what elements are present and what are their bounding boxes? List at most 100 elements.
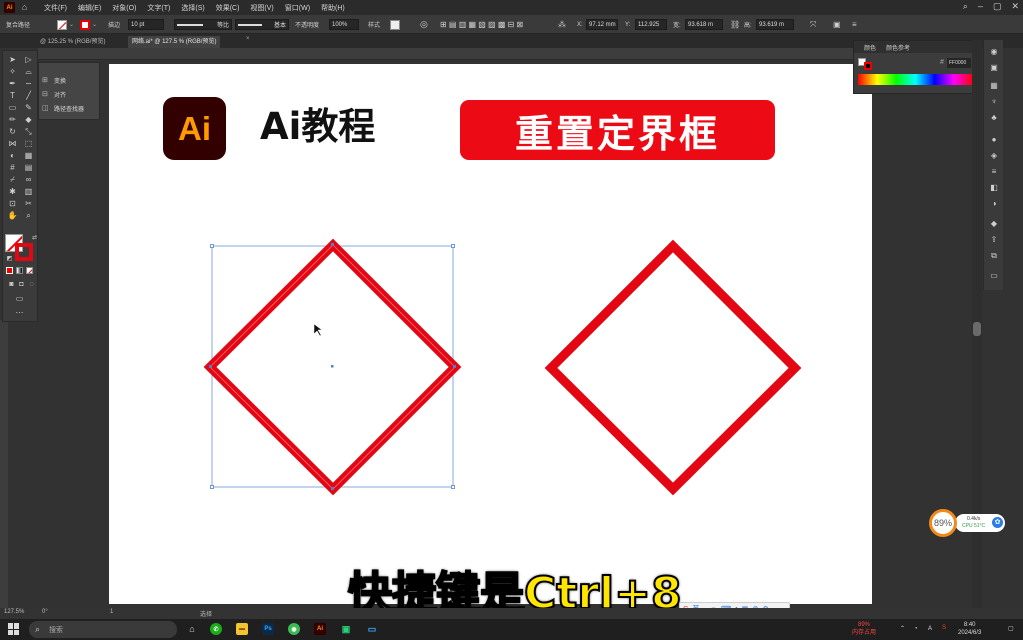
- wechat-icon[interactable]: ✆: [210, 623, 222, 635]
- tab-document-2[interactable]: 网络.ai* @ 127.5 % (RGB/预览): [128, 36, 221, 48]
- isolate-icon[interactable]: ▣: [833, 18, 841, 31]
- flyout-item-pathfinder[interactable]: ◫ 路径查找器: [42, 102, 84, 114]
- pen-icon[interactable]: ✒: [7, 78, 18, 89]
- file-explorer-icon[interactable]: ▬: [236, 623, 248, 635]
- transparency-icon[interactable]: ◑: [988, 198, 1000, 210]
- width-field[interactable]: 93.618 m: [685, 19, 723, 30]
- opacity-label[interactable]: 不透明度: [295, 18, 319, 31]
- video-app-icon[interactable]: ▭: [366, 623, 378, 635]
- tab-document-1[interactable]: @ 125.25 % (RGB/预览): [36, 36, 109, 48]
- opacity-field[interactable]: 100%: [329, 19, 359, 30]
- rotation-value[interactable]: 0°: [42, 609, 48, 615]
- taskbar-search[interactable]: ⌕ 搜索: [29, 621, 177, 638]
- draw-inside-icon[interactable]: ◌: [26, 279, 37, 290]
- notification-icon[interactable]: ▢: [1008, 625, 1014, 633]
- rotate-icon[interactable]: ↻: [7, 126, 18, 137]
- variable-width-dropdown[interactable]: 等比: [174, 19, 232, 30]
- close-tab-icon[interactable]: ×: [246, 36, 250, 42]
- color-mode-icon[interactable]: [6, 267, 13, 274]
- rectangle-icon[interactable]: ▭: [7, 102, 18, 113]
- hex-field[interactable]: FF0000: [947, 58, 971, 68]
- eyedropper-icon[interactable]: ⌿: [7, 174, 18, 185]
- home-icon[interactable]: ⌂: [19, 2, 30, 13]
- scrollbar-thumb[interactable]: [973, 322, 981, 336]
- more-tools-icon[interactable]: ⋯: [14, 307, 25, 318]
- windows-start-icon[interactable]: [8, 623, 20, 635]
- selection-icon[interactable]: ➤: [7, 54, 18, 65]
- y-field[interactable]: 112.925: [635, 19, 667, 30]
- graph-icon[interactable]: ▥: [23, 186, 34, 197]
- symbol-sprayer-icon[interactable]: ✱: [7, 186, 18, 197]
- gradient-mode-icon[interactable]: [16, 267, 23, 274]
- properties-icon[interactable]: ◉: [988, 46, 1000, 58]
- reference-point-icon[interactable]: ⁂: [558, 18, 566, 31]
- slice-icon[interactable]: ✂: [23, 198, 34, 209]
- ime-tray-icon[interactable]: A: [928, 625, 932, 633]
- tab-color[interactable]: 颜色: [864, 43, 876, 52]
- flyout-item-align[interactable]: ⊟ 对齐: [42, 88, 66, 100]
- color-spectrum[interactable]: [858, 74, 973, 85]
- magic-wand-icon[interactable]: ✧: [7, 66, 18, 77]
- link-icon[interactable]: ⛓: [730, 18, 740, 31]
- stroke-panel-icon[interactable]: ≡: [988, 166, 1000, 178]
- direct-selection-icon[interactable]: ▷: [23, 54, 34, 65]
- clock[interactable]: 8:40 2024/6/3: [958, 621, 981, 637]
- mesh-icon[interactable]: #: [7, 162, 18, 173]
- graphic-styles-icon[interactable]: ◈: [988, 150, 1000, 162]
- swatches-icon[interactable]: ▦: [988, 80, 1000, 92]
- current-tool[interactable]: 选择: [200, 609, 212, 618]
- screen-recorder-icon[interactable]: ▣: [340, 623, 352, 635]
- stroke-swatch-small[interactable]: [864, 62, 872, 70]
- height-field[interactable]: 93.619 m: [756, 19, 794, 30]
- recolor-icon[interactable]: ◎: [420, 18, 428, 31]
- illustrator-taskbar-icon[interactable]: Ai: [314, 623, 326, 635]
- task-view-icon[interactable]: ⌂: [186, 623, 198, 635]
- swap-colors-icon[interactable]: ⇄: [29, 233, 40, 244]
- horizontal-ruler[interactable]: [38, 48, 853, 60]
- hand-icon[interactable]: ✋: [7, 210, 18, 221]
- menu-window[interactable]: 窗口(W): [285, 3, 310, 13]
- maximize-icon[interactable]: ▢: [993, 1, 1002, 12]
- tray-chevron-icon[interactable]: ⌃: [900, 625, 905, 633]
- appearance-icon[interactable]: ●: [988, 134, 1000, 146]
- browser-icon[interactable]: ◉: [288, 623, 300, 635]
- zoom-level[interactable]: 127.5%: [4, 609, 24, 615]
- line-icon[interactable]: ╱: [23, 90, 34, 101]
- blend-icon[interactable]: ∞: [23, 174, 34, 185]
- export-icon[interactable]: ⇪: [988, 234, 1000, 246]
- gradient-icon[interactable]: ▤: [23, 162, 34, 173]
- menu-select[interactable]: 选择(S): [181, 3, 204, 13]
- brushes-icon[interactable]: ♆: [988, 96, 1000, 108]
- paintbrush-icon[interactable]: ✎: [23, 102, 34, 113]
- stroke-label[interactable]: 描边: [108, 18, 120, 31]
- fill-swatch[interactable]: ⌄: [57, 18, 74, 31]
- vertical-ruler[interactable]: [0, 320, 8, 608]
- menu-file[interactable]: 文件(F): [44, 3, 67, 13]
- stroke-weight-field[interactable]: 10 pt: [128, 19, 164, 30]
- minimize-icon[interactable]: –: [978, 1, 983, 12]
- tab-color-guide[interactable]: 颜色参考: [886, 43, 910, 52]
- x-field[interactable]: 97.12 mm: [586, 19, 618, 30]
- lasso-icon[interactable]: ⌓: [23, 66, 34, 77]
- gradient-panel-icon[interactable]: ◧: [988, 182, 1000, 194]
- stroke-indicator[interactable]: [15, 243, 33, 261]
- none-mode-icon[interactable]: [26, 267, 33, 274]
- sogou-tray-icon[interactable]: S: [942, 624, 946, 632]
- type-icon[interactable]: T: [7, 90, 18, 101]
- menu-type[interactable]: 文字(T): [147, 3, 170, 13]
- free-transform-icon[interactable]: ⬚: [23, 138, 34, 149]
- pencil-icon[interactable]: ✏: [7, 114, 18, 125]
- performance-widget[interactable]: 0.4k/s CPU 51°C ✿ 89%: [929, 509, 1005, 537]
- photoshop-icon[interactable]: Ps: [262, 623, 274, 635]
- network-icon[interactable]: ◔: [914, 625, 918, 633]
- brush-definition-dropdown[interactable]: 基本: [235, 19, 289, 30]
- close-icon[interactable]: ✕: [1011, 1, 1019, 12]
- page-number[interactable]: 1: [110, 609, 113, 615]
- scale-icon[interactable]: ⤡: [23, 126, 34, 137]
- curvature-icon[interactable]: ∽: [23, 78, 34, 89]
- search-icon[interactable]: ⌕: [963, 1, 968, 12]
- zoom-icon[interactable]: ⌕: [23, 210, 34, 221]
- comments-icon[interactable]: ▭: [988, 270, 1000, 282]
- align-icons[interactable]: ⊞ ▤ ▥ ▦ ▧ ▨ ▩ ⊟ ⊠: [440, 18, 523, 31]
- layers-icon[interactable]: ◆: [988, 218, 1000, 230]
